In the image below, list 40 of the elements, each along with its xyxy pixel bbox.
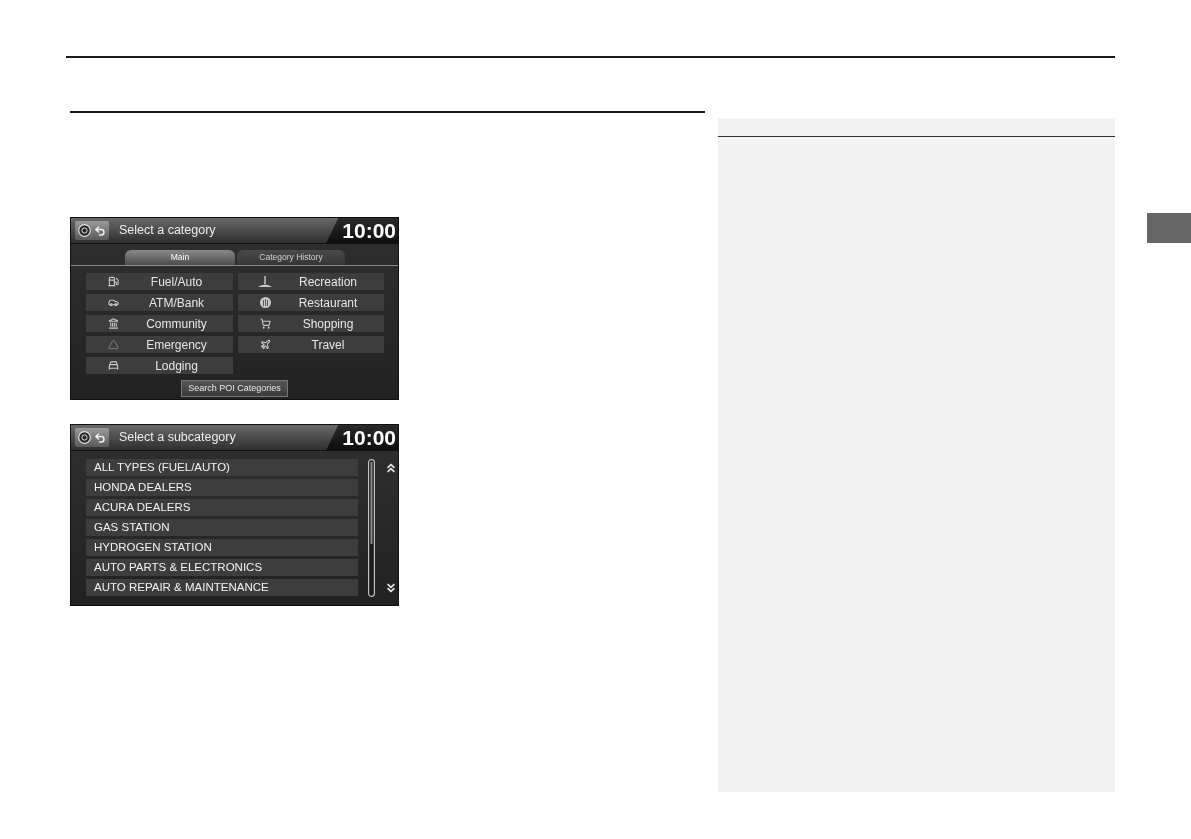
bed-icon bbox=[107, 360, 119, 371]
screen-title: Select a subcategory bbox=[119, 431, 237, 444]
category-button[interactable]: Community bbox=[86, 315, 233, 332]
list-item[interactable]: HYDROGEN STATION bbox=[86, 539, 358, 556]
circle-icon[interactable] bbox=[78, 431, 91, 444]
dome-icon bbox=[259, 297, 271, 308]
shopping-cart-icon bbox=[259, 318, 271, 329]
category-button[interactable]: Fuel/Auto bbox=[86, 273, 233, 290]
list-item[interactable]: HONDA DEALERS bbox=[86, 479, 358, 496]
category-button[interactable]: Restaurant bbox=[238, 294, 384, 311]
clock: 10:00 bbox=[326, 218, 398, 243]
screen-title: Select a category bbox=[119, 224, 217, 237]
tab[interactable]: Category History bbox=[237, 250, 345, 265]
plane-icon bbox=[259, 339, 271, 350]
circle-icon[interactable] bbox=[78, 224, 91, 237]
flagpole-icon bbox=[257, 276, 273, 287]
category-button[interactable]: Shopping bbox=[238, 315, 384, 332]
return-arrow-icon[interactable] bbox=[94, 431, 106, 444]
thumb-index-block bbox=[1147, 213, 1191, 243]
category-button[interactable]: Recreation bbox=[238, 273, 384, 290]
scroll-up-icon[interactable] bbox=[384, 461, 398, 475]
return-arrow-icon[interactable] bbox=[94, 224, 106, 237]
category-button[interactable]: Emergency bbox=[86, 336, 233, 353]
list-item[interactable]: GAS STATION bbox=[86, 519, 358, 536]
category-button[interactable]: ATM/Bank bbox=[86, 294, 233, 311]
scroll-down-icon[interactable] bbox=[384, 581, 398, 595]
list-item[interactable]: ACURA DEALERS bbox=[86, 499, 358, 516]
category-button[interactable]: Lodging bbox=[86, 357, 233, 374]
triangle-icon bbox=[107, 339, 119, 350]
list-item[interactable]: AUTO REPAIR & MAINTENANCE bbox=[86, 579, 358, 596]
scrollbar[interactable] bbox=[368, 459, 375, 597]
list-item[interactable]: AUTO PARTS & ELECTRONICS bbox=[86, 559, 358, 576]
search-poi-button[interactable]: Search POI Categories bbox=[181, 380, 288, 397]
fuel-pump-icon bbox=[107, 276, 119, 287]
category-button[interactable]: Travel bbox=[238, 336, 384, 353]
tab[interactable]: Main bbox=[125, 250, 235, 265]
columned-building-icon bbox=[107, 318, 119, 329]
list-item[interactable]: ALL TYPES (FUEL/AUTO) bbox=[86, 459, 358, 476]
car-icon bbox=[107, 297, 119, 308]
clock: 10:00 bbox=[326, 425, 398, 450]
